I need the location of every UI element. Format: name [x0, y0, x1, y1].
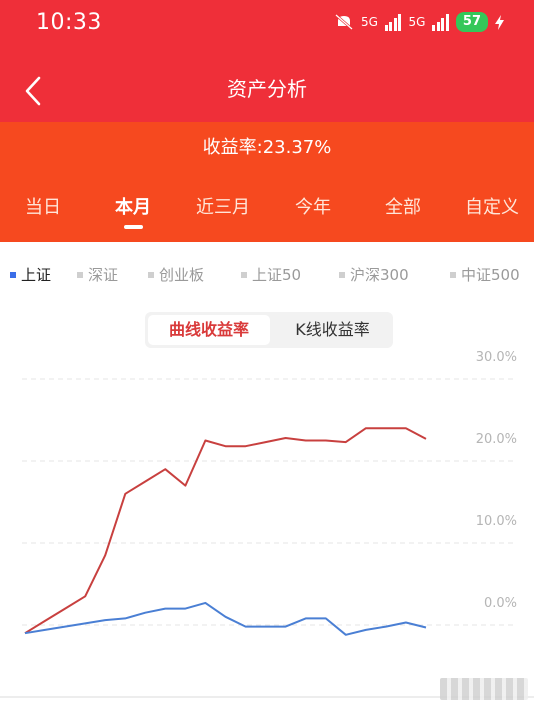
blurred-watermark	[440, 678, 528, 700]
yield-line-chart	[22, 378, 515, 636]
index-yield-line	[24, 601, 427, 636]
portfolio-yield-line	[24, 427, 427, 635]
